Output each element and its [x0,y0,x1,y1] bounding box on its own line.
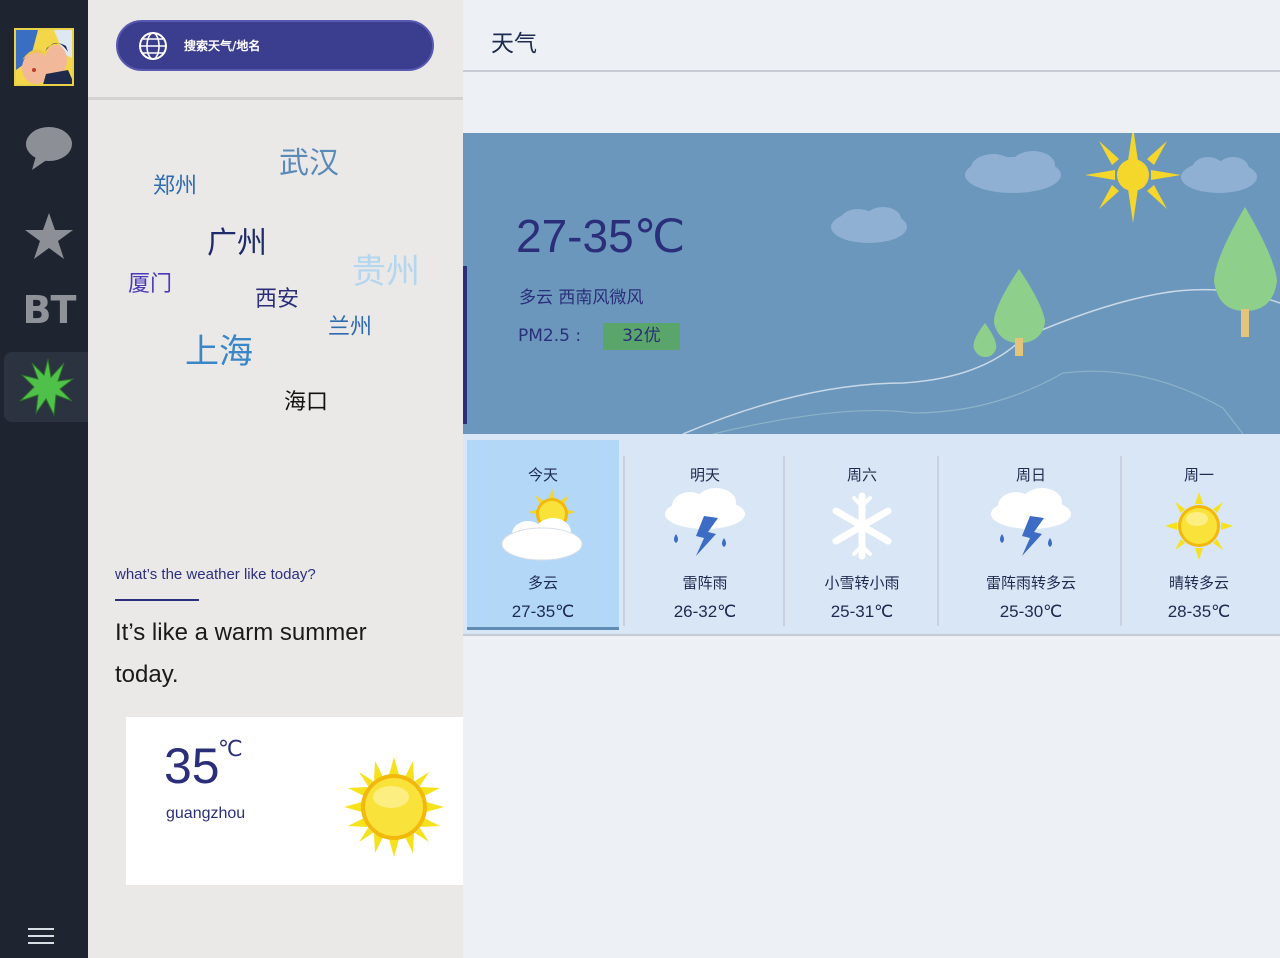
search-placeholder: 搜索天气/地名 [184,39,261,53]
forecast-day-name: 周日 [1015,466,1046,484]
forecast-condition: 雷阵雨 [682,574,728,592]
hamburger-icon[interactable] [28,928,54,946]
forecast-condition: 多云 [527,574,558,592]
nav-rail: BT [0,0,88,958]
city-guangzhou[interactable]: 广州 [207,218,267,262]
hero-accent-bar [463,266,467,424]
forecast-strip: 今天 多云 27-35℃ 明天 雷阵雨 26-32℃ 周六 小雪转小雨 25-3… [463,434,1280,636]
divider [88,97,463,100]
today-description: 多云 西南风微风 [519,288,644,308]
forecast-day-name: 今天 [527,466,558,484]
forecast-day-today[interactable]: 今天 多云 27-35℃ [467,440,619,630]
page-title: 天气 [491,31,537,57]
thunderstorm-icon [665,488,745,556]
forecast-separator [783,456,785,626]
bt-icon[interactable]: BT [14,278,84,342]
forecast-day-name: 明天 [689,466,720,484]
chat-bubble-icon[interactable] [14,116,84,180]
city-xian[interactable]: 西安 [255,281,299,313]
question-label: what’s the weather like today? [115,566,316,583]
snowflake-icon [832,492,892,560]
forecast-day-sunday[interactable]: 周日 雷阵雨转多云 25-30℃ [941,440,1121,630]
globe-icon [139,31,167,60]
today-weather-hero: 27-35℃ 多云 西南风微风 PM2.5 : 32优 [463,133,1280,434]
forecast-range: 25-30℃ [999,602,1063,621]
avatar[interactable] [14,28,74,86]
forecast-day-name: 周六 [846,466,877,484]
forecast-day-monday[interactable]: 周一 晴转多云 28-35℃ [1124,440,1274,630]
today-temperature-range: 27-35℃ [516,210,686,262]
sun-icon [1165,492,1233,560]
city-wuhan[interactable]: 武汉 [279,138,339,182]
partly-cloudy-icon [501,488,583,561]
forecast-condition: 晴转多云 [1168,574,1229,592]
forecast-condition: 雷阵雨转多云 [985,574,1076,592]
card-city: guangzhou [166,805,246,822]
forecast-day-tomorrow[interactable]: 明天 雷阵雨 26-32℃ [627,440,783,630]
forecast-range: 26-32℃ [673,602,737,621]
pm25-label: PM2.5 : [518,326,582,346]
burst-icon[interactable] [4,352,88,422]
current-weather-card[interactable]: 35 ℃ guangzhou [126,717,463,885]
card-unit: ℃ [218,737,243,762]
forecast-range: 28-35℃ [1167,602,1231,621]
answer-text: It’s like a warm summer today. [115,619,367,688]
sun-icon [344,757,444,857]
forecast-day-name: 周一 [1183,466,1214,484]
city-zhengzhou[interactable]: 郑州 [153,168,197,200]
star-icon[interactable] [14,204,84,268]
main-header: 天气 [463,0,1280,72]
forecast-day-saturday[interactable]: 周六 小雪转小雨 25-31℃ [787,440,937,630]
city-shanghai[interactable]: 上海 [185,324,253,373]
forecast-condition: 小雪转小雨 [824,574,900,592]
forecast-range: 27-35℃ [511,602,575,621]
forecast-separator [1120,456,1122,626]
city-haikou[interactable]: 海口 [284,384,328,416]
city-lanzhou[interactable]: 兰州 [328,309,372,341]
bt-label: BT [22,288,77,332]
city-xiamen[interactable]: 厦门 [128,266,172,298]
thunderstorm-icon [991,488,1071,556]
card-temperature: 35 [164,738,220,794]
search-input[interactable]: 搜索天气/地名 [116,20,434,71]
pm25-badge: 32优 [603,323,680,350]
forecast-range: 25-31℃ [830,602,894,621]
forecast-separator [623,456,625,626]
city-guizhou[interactable]: 贵州 [352,244,420,293]
forecast-separator [937,456,939,626]
question-underline [115,599,199,601]
